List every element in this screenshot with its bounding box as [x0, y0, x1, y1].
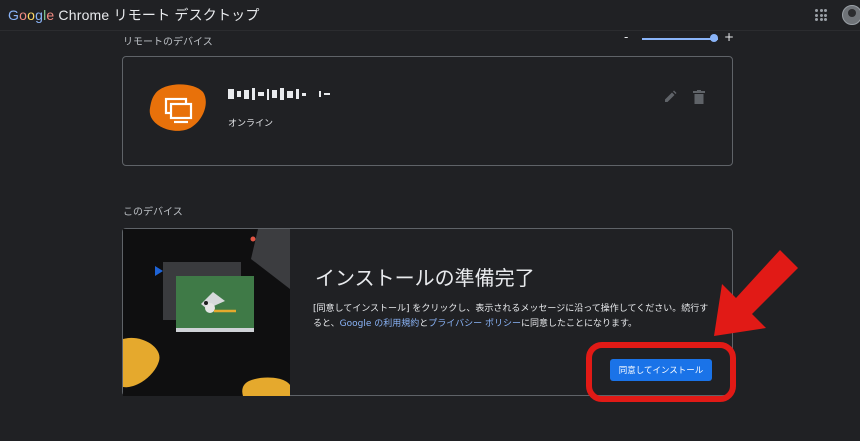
device-name-redacted: [228, 87, 330, 101]
remote-devices-heading: リモートのデバイス: [123, 37, 213, 48]
google-logo: Google: [8, 7, 55, 23]
install-desc-part2: に同意したことになります。: [520, 319, 638, 329]
apps-grid-icon[interactable]: [815, 9, 827, 21]
edit-icon[interactable]: [663, 90, 677, 104]
install-desc-and: と: [419, 319, 429, 329]
avatar[interactable]: [842, 5, 860, 25]
this-device-heading: このデバイス: [123, 207, 183, 218]
zoom-out-button[interactable]: -: [624, 30, 628, 44]
remote-device-card[interactable]: オンライン: [122, 56, 733, 166]
zoom-slider[interactable]: - +: [624, 30, 736, 46]
terms-of-service-link[interactable]: Google の利用規約: [340, 319, 420, 329]
install-ready-title: インストールの準備完了: [315, 266, 535, 290]
top-app-bar: Google Chrome リモート デスクトップ: [0, 0, 860, 31]
remote-computer-icon: [149, 84, 206, 131]
computer-illustration-icon: [123, 229, 290, 396]
device-status: オンライン: [228, 119, 274, 129]
zoom-track[interactable]: [642, 38, 718, 40]
app-title: Chrome リモート デスクトップ: [58, 7, 260, 23]
app-logo[interactable]: Google Chrome リモート デスクトップ: [8, 5, 260, 25]
install-description: [同意してインストール] をクリックし、表示されるメッセージに沿って操作してくだ…: [313, 302, 713, 332]
zoom-thumb[interactable]: [710, 34, 719, 42]
red-arrow-annotation: [714, 250, 798, 336]
zoom-in-button[interactable]: +: [724, 30, 734, 44]
delete-icon[interactable]: [693, 90, 705, 104]
install-illustration: [123, 229, 290, 396]
highlight-box-annotation: [586, 342, 736, 402]
privacy-policy-link[interactable]: プライバシー ポリシー: [428, 319, 521, 329]
